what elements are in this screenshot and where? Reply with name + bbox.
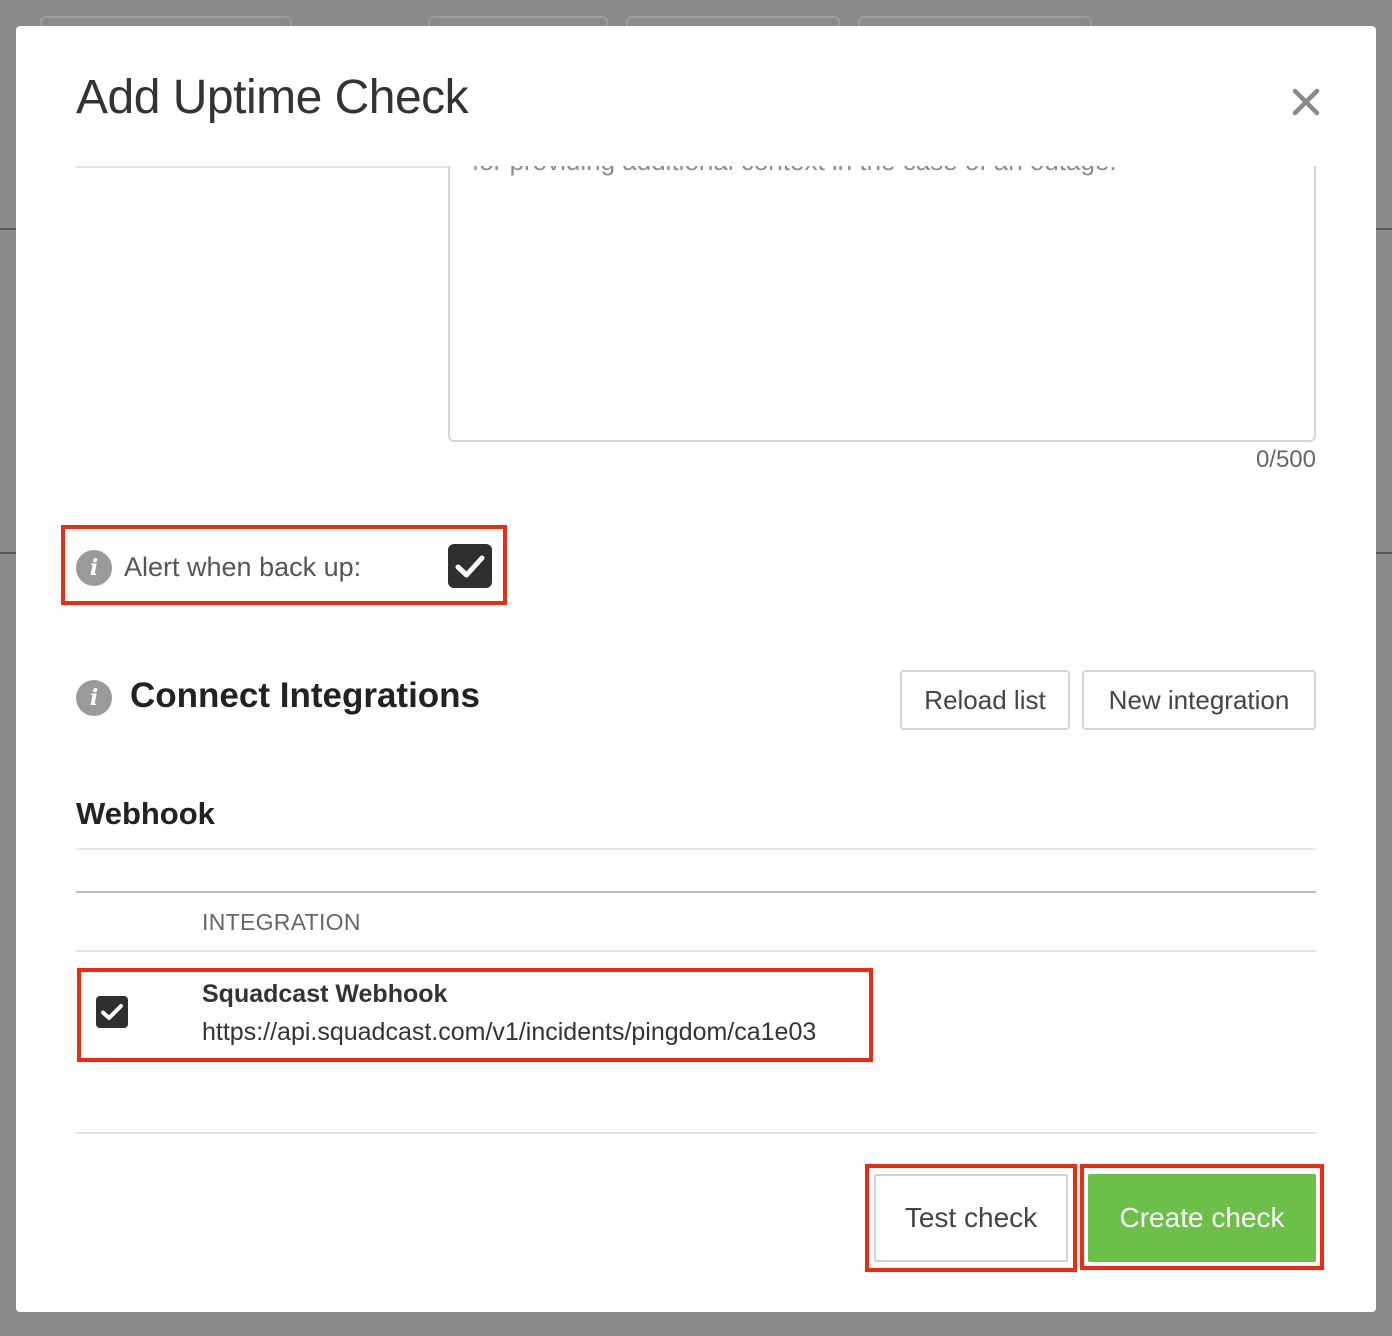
modal-title: Add Uptime Check — [76, 71, 469, 124]
alert-when-back-up-checkbox[interactable] — [448, 544, 492, 588]
integration-name: Squadcast Webhook — [202, 980, 448, 1008]
character-counter: 0/500 — [1255, 446, 1316, 473]
description-placeholder: for providing additional context in the … — [472, 166, 1117, 177]
table-top-border — [76, 891, 1316, 893]
background-divider — [0, 552, 16, 554]
integration-column-header: INTEGRATION — [202, 909, 361, 935]
add-uptime-check-modal: Add Uptime Check for providing additiona… — [16, 26, 1376, 1312]
table-row[interactable]: Squadcast Webhook https://api.squadcast.… — [76, 966, 1316, 1066]
integration-checkbox[interactable] — [96, 996, 128, 1028]
alert-when-back-up-row: i Alert when back up: — [76, 544, 496, 592]
webhook-group-title: Webhook — [76, 796, 215, 831]
info-icon[interactable]: i — [76, 680, 112, 716]
table-header-divider — [76, 950, 1316, 952]
connect-integrations-title: Connect Integrations — [130, 676, 481, 715]
test-check-button[interactable]: Test check — [874, 1174, 1068, 1262]
alert-when-back-up-label: Alert when back up: — [124, 552, 362, 582]
webhook-divider — [76, 848, 1316, 850]
description-textarea[interactable]: for providing additional context in the … — [448, 166, 1316, 442]
create-check-button[interactable]: Create check — [1088, 1174, 1316, 1262]
new-integration-button[interactable]: New integration — [1082, 670, 1316, 730]
info-icon[interactable]: i — [76, 550, 112, 586]
integration-url: https://api.squadcast.com/v1/incidents/p… — [202, 1018, 817, 1046]
reload-list-button[interactable]: Reload list — [900, 670, 1070, 730]
close-icon[interactable] — [1288, 84, 1324, 120]
footer-divider — [76, 1132, 1316, 1134]
background-divider — [0, 228, 16, 230]
